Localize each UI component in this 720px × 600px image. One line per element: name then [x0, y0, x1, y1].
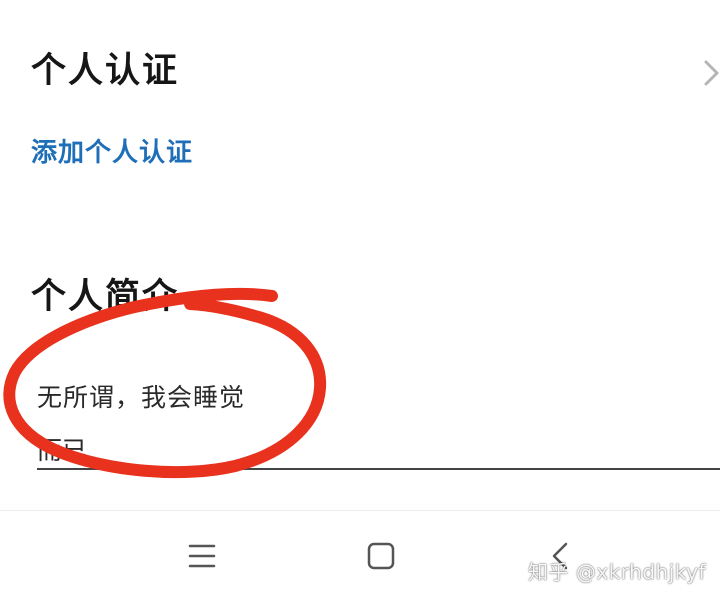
home-square-icon[interactable] [361, 536, 401, 576]
personal-certification-title: 个人认证 [31, 51, 180, 91]
zhihu-watermark: 知乎 @xkrhdhjkyf [528, 560, 706, 584]
chevron-right-icon[interactable] [702, 58, 720, 88]
personal-bio-title: 个人简介 [31, 277, 180, 317]
bio-input-underline [37, 468, 720, 470]
bio-text-line-1: 无所谓，我会睡觉 [37, 383, 246, 412]
bio-input-field[interactable]: 无所谓，我会睡觉 而已 [37, 370, 720, 470]
profile-edit-screen: 个人认证 添加个人认证 个人简介 无所谓，我会睡觉 而已 知乎 @xkrhdhj… [0, 0, 720, 600]
menu-icon[interactable] [182, 536, 222, 576]
add-certification-link[interactable]: 添加个人认证 [31, 136, 193, 170]
bio-text-line-2: 而已 [37, 436, 88, 462]
